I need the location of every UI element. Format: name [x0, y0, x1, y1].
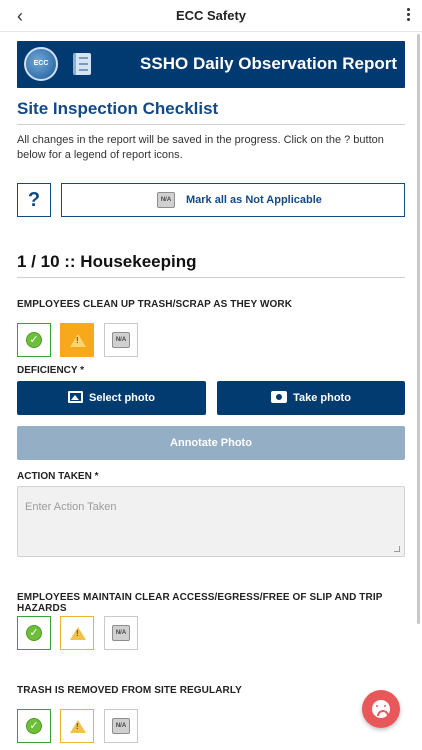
select-photo-button[interactable]: Select photo	[17, 381, 206, 415]
na-icon: N/A	[157, 192, 175, 208]
feedback-button[interactable]	[362, 690, 400, 728]
na-icon: N/A	[112, 332, 130, 348]
page-title: Site Inspection Checklist	[17, 99, 219, 118]
action-taken-placeholder: Enter Action Taken	[25, 501, 117, 513]
more-vertical-icon[interactable]	[404, 8, 412, 26]
satisfactory-option[interactable]	[17, 709, 51, 743]
na-icon: N/A	[112, 625, 130, 641]
not-applicable-option[interactable]: N/A	[104, 323, 138, 357]
deficiency-option[interactable]	[60, 323, 94, 357]
intro-text: All changes in the report will be saved …	[17, 134, 384, 161]
help-legend-button[interactable]: ?	[17, 183, 51, 217]
satisfactory-option[interactable]	[17, 323, 51, 357]
action-taken-input[interactable]: Enter Action Taken	[17, 486, 405, 557]
select-photo-label: Select photo	[88, 392, 155, 404]
not-applicable-option[interactable]: N/A	[104, 709, 138, 743]
na-icon: N/A	[112, 718, 130, 734]
scrollbar[interactable]	[417, 34, 420, 624]
ecc-globe-logo-icon	[24, 47, 58, 81]
app-top-bar: ‹ ECC Safety	[0, 0, 422, 32]
sad-face-icon	[372, 700, 390, 718]
annotate-photo-button[interactable]: Annotate Photo	[17, 426, 405, 460]
warning-icon	[70, 627, 86, 640]
warning-icon	[70, 334, 86, 347]
divider	[17, 124, 405, 125]
satisfactory-option[interactable]	[17, 616, 51, 650]
app-title: ECC Safety	[175, 8, 247, 23]
report-banner: SSHO Daily Observation Report	[17, 41, 405, 88]
image-icon	[67, 391, 83, 404]
banner-title: SSHO Daily Observation Report	[140, 54, 397, 73]
deficiency-label: DEFICIENCY *	[17, 365, 85, 376]
take-photo-button[interactable]: Take photo	[217, 381, 405, 415]
mark-all-na-button[interactable]: N/A Mark all as Not Applicable	[61, 183, 405, 217]
check-circle-icon	[26, 332, 42, 348]
check-circle-icon	[26, 625, 42, 641]
take-photo-label: Take photo	[293, 392, 351, 404]
deficiency-option[interactable]	[60, 709, 94, 743]
action-taken-label: ACTION TAKEN *	[17, 471, 99, 482]
deficiency-option[interactable]	[60, 616, 94, 650]
question-label: TRASH IS REMOVED FROM SITE REGULARLY	[17, 685, 242, 696]
warning-icon	[70, 720, 86, 733]
question-label: EMPLOYEES CLEAN UP TRASH/SCRAP AS THEY W…	[17, 299, 293, 310]
mark-all-na-label: Mark all as Not Applicable	[186, 194, 322, 206]
not-applicable-option[interactable]: N/A	[104, 616, 138, 650]
notebook-icon	[73, 53, 91, 75]
resize-handle-icon[interactable]	[394, 546, 400, 552]
question-label: EMPLOYEES MAINTAIN CLEAR ACCESS/EGRESS/F…	[17, 592, 383, 614]
camera-icon	[271, 391, 288, 404]
check-circle-icon	[26, 718, 42, 734]
divider	[17, 277, 405, 278]
section-heading: 1 / 10 :: Housekeeping	[17, 252, 197, 271]
